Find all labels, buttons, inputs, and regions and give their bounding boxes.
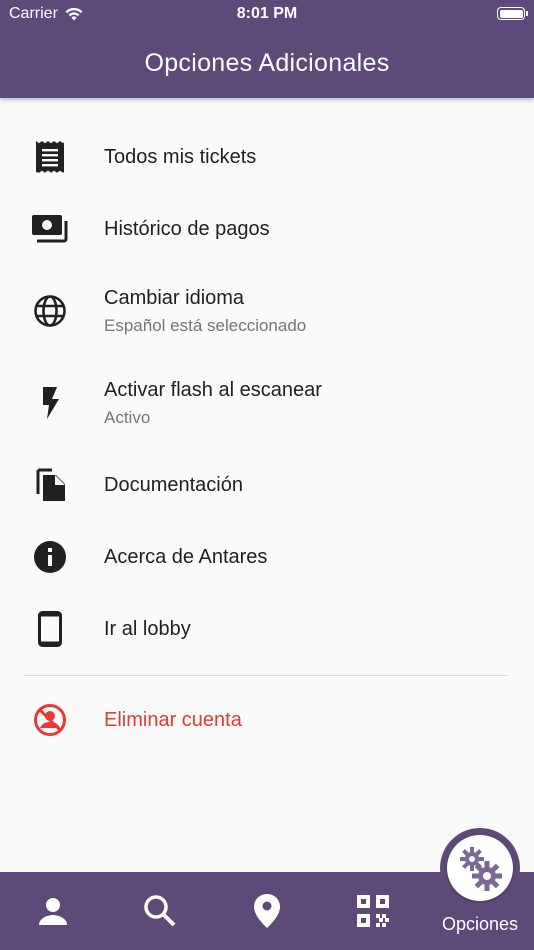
nav-options-label: Opciones (441, 914, 519, 934)
menu-item-subtitle: Español está seleccionado (104, 315, 307, 335)
menu-item-label: Activar flash al escanear (104, 378, 322, 401)
qr-code-icon (357, 895, 389, 927)
no-account-icon (29, 699, 71, 741)
menu-item-label: Cambiar idioma (104, 286, 245, 309)
nav-location-button[interactable] (222, 872, 312, 950)
menu-item-label: Acerca de Antares (104, 545, 268, 568)
nav-search-button[interactable] (115, 872, 205, 950)
nav-qr-button[interactable] (328, 872, 418, 950)
settings-gears-icon (460, 847, 502, 891)
smartphone-icon (29, 608, 71, 650)
info-icon (29, 536, 71, 578)
menu-item-scan-flash[interactable]: Activar flash al escanear Activo (0, 357, 534, 449)
search-icon (144, 895, 176, 927)
menu-item-subtitle: Activo (104, 407, 151, 427)
menu-item-payment-history[interactable]: Histórico de pagos (0, 193, 534, 265)
options-list: Todos mis tickets Histórico de pagos Cam… (0, 121, 534, 756)
menu-item-lobby[interactable]: Ir al lobby (0, 593, 534, 665)
file-copy-icon (29, 464, 71, 506)
app-bar: Opciones Adicionales (0, 28, 534, 98)
divider (24, 675, 508, 676)
menu-item-label: Ir al lobby (104, 617, 191, 640)
menu-item-documentation[interactable]: Documentación (0, 449, 534, 521)
menu-item-label: Documentación (104, 473, 243, 496)
nav-options-button[interactable] (447, 835, 513, 901)
status-bar: Carrier 8:01 PM (0, 0, 534, 28)
menu-item-language[interactable]: Cambiar idioma Español está seleccionado (0, 265, 534, 357)
delete-account-button[interactable]: Eliminar cuenta (0, 684, 534, 756)
location-pin-icon (254, 894, 280, 928)
page-title: Opciones Adicionales (144, 48, 390, 77)
battery-icon (497, 7, 528, 20)
delete-account-label: Eliminar cuenta (104, 708, 242, 731)
menu-item-tickets[interactable]: Todos mis tickets (0, 121, 534, 193)
menu-item-label: Todos mis tickets (104, 145, 257, 168)
nav-profile-button[interactable] (8, 872, 98, 950)
menu-item-about[interactable]: Acerca de Antares (0, 521, 534, 593)
globe-icon (29, 290, 71, 332)
receipt-icon (29, 136, 71, 178)
flash-icon (29, 382, 71, 424)
menu-item-label: Histórico de pagos (104, 217, 270, 240)
status-time: 8:01 PM (236, 5, 298, 22)
person-icon (39, 898, 67, 925)
payments-icon (29, 208, 71, 250)
